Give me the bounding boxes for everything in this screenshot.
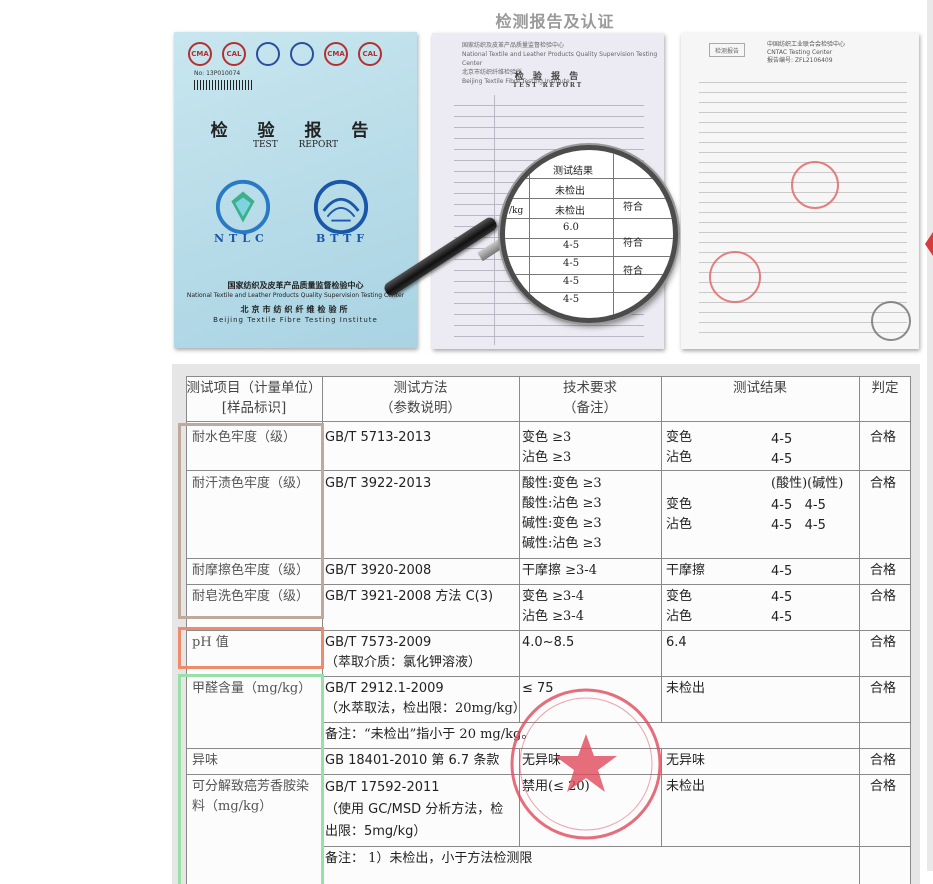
- red-stamp-icon: [791, 161, 839, 209]
- row-method: GB/T 3921-2008 方法 C(3): [325, 589, 494, 604]
- magnifier-unit: /kg: [509, 206, 524, 216]
- row-method: GB 18401-2010 第 6.7 条款: [325, 753, 500, 768]
- row-verdict: 合格: [870, 635, 897, 650]
- bttf-emblem-icon: [313, 179, 369, 235]
- ph-highlight-box: [178, 627, 324, 669]
- magnifying-glass-icon: 测试结果 未检出 未检出 6.0 4-5 4-5 4-5 4-5 符合 符合 符…: [500, 145, 678, 323]
- right-edge-strip: [927, 0, 933, 871]
- magnifier-value: 6.0: [563, 222, 579, 233]
- row-result-label: 变色 沾色: [666, 589, 693, 624]
- row-result-label: 6.4: [666, 635, 687, 650]
- org-name-en: National Textile and Leather Products Qu…: [186, 292, 405, 299]
- row-method: GB/T 3920-2008: [325, 563, 432, 578]
- barcode-icon: [194, 80, 252, 90]
- ilac-logo-icon: [290, 42, 314, 66]
- row-result-label: 变色 沾色: [666, 430, 693, 465]
- magnifier-value: 4-5: [563, 294, 580, 305]
- row-requirement: 变色 ≥3-4 沾色 ≥3-4: [522, 589, 584, 624]
- row-verdict: 合格: [870, 753, 897, 768]
- row-result-value: 4-5 4-5 4-5 4-5: [771, 498, 826, 533]
- certification-logos: CMA CAL CMA CAL: [188, 42, 382, 66]
- cover-title-en: TEST REPORT: [252, 140, 338, 150]
- row-result-value: 4-5 4-5: [771, 432, 793, 467]
- row-method: GB/T 7573-2009 （萃取介质：氯化钾溶液）: [325, 635, 482, 670]
- magnifier-verdict: 符合: [623, 202, 643, 213]
- cal-logo-icon: CAL: [222, 42, 246, 66]
- row-method: GB/T 2912.1-2009 （水萃取法，检出限：20mg/kg）: [325, 681, 526, 716]
- company-seal-stamp-icon: [510, 688, 662, 840]
- row-requirement: 变色 ≥3 沾色 ≥3: [522, 430, 572, 465]
- bttf-label: BTTF: [316, 232, 370, 245]
- institute-name-cn: 北京市纺织纤维检验所: [240, 305, 351, 314]
- row-verdict: 合格: [870, 779, 897, 794]
- magnifier-value: 未检出: [555, 206, 585, 217]
- magnifier-value: 4-5: [563, 258, 580, 269]
- test-report-cover-image[interactable]: CMA CAL CMA CAL No: 13P010074 检 验 报 告 TE…: [174, 32, 417, 348]
- magnifier-value: 4-5: [563, 276, 580, 287]
- row-result-label: 未检出: [666, 779, 706, 794]
- cma-logo-icon: CMA: [324, 42, 348, 66]
- institute-name-en: Beijing Textile Fibre Testing Institute: [213, 316, 378, 324]
- report-title: 检 验 报 告 TEST REPORT: [512, 72, 584, 89]
- magnifier-heading: 测试结果: [553, 166, 593, 177]
- row-method: GB/T 17592-2011 （使用 GC/MSD 分析方法，检 出限：5mg/k…: [325, 780, 504, 839]
- row-result-header: (酸性)(碱性): [771, 476, 844, 491]
- row-result-label: 未检出: [666, 681, 706, 696]
- red-stamp-icon: [709, 251, 761, 303]
- cma-logo-icon: CMA: [188, 42, 212, 66]
- ntlc-label: NTLC: [214, 232, 269, 245]
- row-verdict: 合格: [870, 563, 897, 578]
- colorfastness-highlight-box: [178, 423, 324, 619]
- header-requirement: 技术要求 （备注）: [563, 380, 617, 416]
- test-results-page-image[interactable]: 检测报告 中国纺织工业联合会检验中心 CNTAC Testing Center …: [681, 33, 919, 349]
- page-title: 检测报告及认证: [495, 12, 615, 31]
- test-results-table-image[interactable]: 测试项目（计量单位） [样品标识] 测试方法 （参数说明） 技术要求 （备注） 测试结…: [172, 364, 920, 884]
- row-method: GB/T 5713-2013: [325, 430, 432, 445]
- header-result: 测试结果: [733, 380, 787, 396]
- formaldehyde-highlight-box: [178, 674, 324, 884]
- row-result-value: 4-5 4-5: [771, 590, 793, 625]
- row-requirement: 酸性:变色 ≥3 酸性:沾色 ≥3 碱性:变色 ≥3 碱性:沾色 ≥3: [522, 476, 602, 551]
- row-result-label: 变色 沾色: [666, 497, 693, 532]
- row-requirement: 4.0~8.5: [522, 635, 575, 650]
- next-arrow-icon[interactable]: [925, 232, 933, 256]
- row-verdict: 合格: [870, 430, 897, 445]
- magnifier-verdict: 符合: [623, 238, 643, 249]
- ntlc-emblem-icon: [215, 179, 271, 235]
- magnifier-value: 4-5: [563, 240, 580, 251]
- header-method: 测试方法 （参数说明）: [380, 380, 461, 416]
- cover-title-cn: 检 验 报 告: [210, 121, 381, 141]
- magnifier-verdict: 符合: [623, 266, 643, 277]
- row-requirement: 干摩擦 ≥3-4: [522, 563, 597, 578]
- row-method: GB/T 3922-2013: [325, 476, 432, 491]
- magnifier-value: 未检出: [555, 186, 585, 197]
- row-verdict: 合格: [870, 476, 897, 491]
- round-seal-icon: [871, 301, 911, 341]
- results-header: 中国纺织工业联合会检验中心 CNTAC Testing Center 报告编号:…: [767, 41, 846, 64]
- row-verdict: 合格: [870, 589, 897, 604]
- cnas-logo-icon: [256, 42, 280, 66]
- row-note: 备注：“未检出”指小于 20 mg/kg。: [325, 727, 535, 742]
- results-title: 检测报告: [709, 43, 745, 57]
- cal-logo-icon: CAL: [358, 42, 382, 66]
- header-verdict: 判定: [871, 380, 899, 396]
- row-note: 备注： 1）未检出，小于方法检测限: [325, 851, 533, 866]
- row-verdict: 合格: [870, 681, 897, 696]
- row-result-value: 4-5: [771, 564, 793, 579]
- report-number: No: 13P010074: [194, 70, 241, 77]
- row-result-label: 无异味: [666, 753, 706, 768]
- org-name-cn: 国家纺织及皮革产品质量监督检验中心: [227, 281, 364, 290]
- row-result-label: 干摩擦: [666, 563, 706, 578]
- header-item: 测试项目（计量单位） [样品标识]: [186, 380, 322, 416]
